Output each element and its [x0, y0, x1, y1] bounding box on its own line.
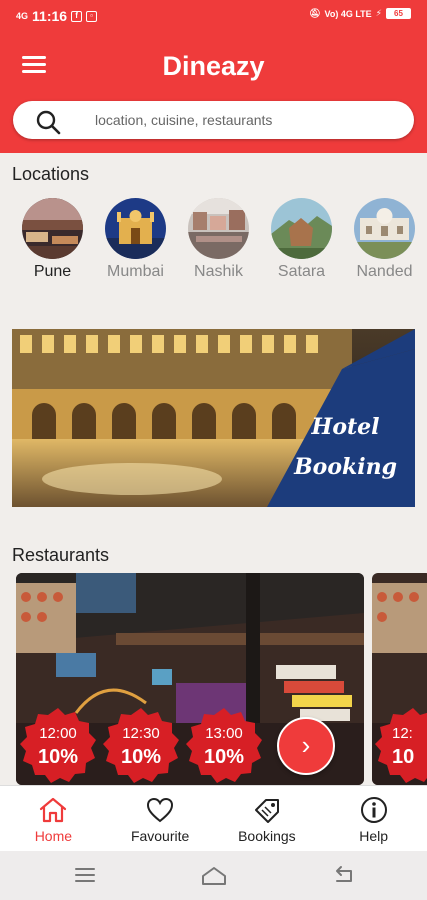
system-navigation-bar [0, 851, 427, 900]
charging-icon: ⚡︎ [375, 8, 382, 18]
slot-time: 12:30 [122, 725, 160, 742]
time-slot-badge-partial[interactable]: 12: 10 [374, 706, 427, 784]
locations-list: Pune Mumbai Nashik Satara Nanded [22, 198, 427, 288]
slot-time: 12:00 [39, 725, 77, 742]
badge-shape [375, 708, 427, 783]
location-nanded[interactable]: Nanded [354, 198, 415, 288]
chevron-right-icon: › [301, 730, 311, 760]
location-image [354, 198, 415, 259]
time-slot-badge[interactable]: 12:30 10% [102, 706, 180, 784]
badge-shape [20, 708, 96, 783]
nav-label: Favourite [130, 828, 190, 844]
nav-bookings[interactable]: Bookings [214, 786, 321, 851]
location-label: Mumbai [107, 263, 164, 280]
network-text: Vo) 4G LTE [324, 8, 372, 19]
time-slot-badge[interactable]: 13:00 10% [185, 706, 263, 784]
bottom-nav: Home Favourite Bookings Help [0, 785, 427, 851]
notification-icon: f [71, 10, 83, 22]
location-nashik[interactable]: Nashik [188, 198, 249, 288]
battery-icon: 65 [386, 8, 411, 19]
recent-apps-icon[interactable] [74, 865, 96, 885]
info-icon [360, 797, 387, 823]
status-time: 11:16 [32, 8, 68, 24]
nav-favourite[interactable]: Favourite [107, 786, 214, 851]
location-image [105, 198, 166, 259]
location-pune[interactable]: Pune [22, 198, 83, 288]
back-icon[interactable] [333, 865, 355, 885]
app-bar: Dineazy [0, 33, 427, 153]
slot-discount: 10% [37, 746, 79, 768]
location-label: Pune [33, 263, 72, 280]
gallery-icon: ▫ [86, 10, 98, 22]
badge-shape [186, 708, 262, 783]
location-label: Nashik [194, 263, 243, 280]
location-mumbai[interactable]: Mumbai [105, 198, 166, 288]
nav-home[interactable]: Home [0, 786, 107, 851]
hotel-booking-banner[interactable]: Hotel Booking [12, 329, 415, 507]
status-bar: 4G 11:16 f ▫ 🔕︎ Vo) 4G LTE ⚡︎ 65 [0, 0, 427, 33]
slot-time: 13:00 [205, 725, 243, 742]
search-icon[interactable] [35, 109, 61, 135]
time-slot-badge[interactable]: 12:00 10% [19, 706, 97, 784]
nav-help[interactable]: Help [320, 786, 427, 851]
slot-discount: 10% [120, 746, 162, 768]
search-bar[interactable] [13, 101, 414, 139]
restaurants-heading: Restaurants [12, 545, 110, 565]
slot-discount: 10% [203, 746, 245, 768]
nav-label: Help [359, 828, 389, 844]
location-label: Nanded [356, 263, 413, 280]
locations-heading: Locations [12, 164, 90, 184]
home-button-icon[interactable] [200, 865, 228, 887]
search-input[interactable] [95, 110, 395, 130]
home-icon [40, 797, 67, 823]
nav-label: Home [34, 828, 73, 844]
location-satara[interactable]: Satara [271, 198, 332, 288]
app-title: Dineazy [162, 51, 265, 81]
next-button[interactable]: › [277, 717, 335, 775]
mute-icon: 🔕︎ [309, 8, 321, 18]
slot-discount: 10 [392, 746, 415, 768]
location-label: Satara [277, 263, 326, 280]
heart-icon [147, 797, 174, 823]
location-image [271, 198, 332, 259]
nav-label: Bookings [238, 828, 296, 844]
location-image [188, 198, 249, 259]
signal-text: 4G [16, 11, 29, 21]
tag-icon [254, 799, 279, 823]
location-image [22, 198, 83, 259]
slot-time: 12: [392, 725, 413, 742]
banner-text: Hotel Booking [294, 414, 397, 480]
badge-shape [103, 708, 179, 783]
